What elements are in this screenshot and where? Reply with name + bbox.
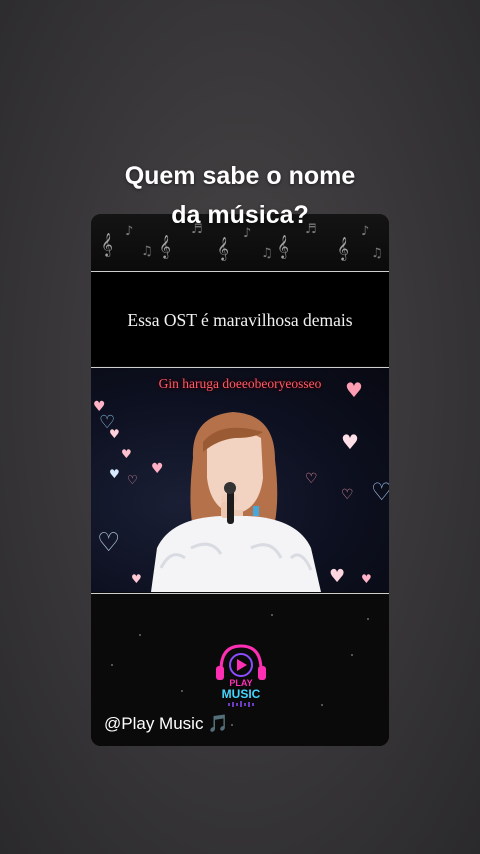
treble-clef-icon: 𝄞: [217, 236, 229, 260]
heart-icon: ♥: [131, 572, 142, 586]
sparkle: [139, 634, 141, 636]
treble-clef-icon: 𝄞: [101, 232, 113, 256]
heart-icon: ♥: [329, 566, 346, 587]
singer-figure: [151, 412, 321, 592]
branding-area: PLAY MUSIC @Play Music 🎵: [91, 594, 389, 746]
heart-icon: ♥: [121, 447, 132, 461]
logo-music-text: MUSIC: [222, 687, 261, 701]
lyric-subtitle: Gin haruga doeeobeoryeosseo: [158, 376, 322, 391]
heart-icon: ♥: [341, 430, 359, 454]
video-caption: Essa OST é maravilhosa demais: [127, 310, 353, 330]
creator-handle[interactable]: @Play Music 🎵: [104, 714, 229, 734]
sparkle: [111, 664, 113, 666]
heart-icon: ♡: [371, 478, 389, 506]
story-title-line-1: Quem sabe o nome: [124, 162, 356, 190]
heart-icon: ♡: [341, 487, 354, 503]
treble-clef-icon: 𝄞: [159, 234, 171, 258]
handle-text[interactable]: @Play Music: [104, 714, 203, 733]
video-frame[interactable]: ♥ ♡ ♥ ♥ ♥ ♡ ♥ ♡ ♥ ♥ ♥ ♡ ♡ ♡ ♥ ♥ Gin haru…: [91, 368, 389, 592]
heart-icon: ♥: [109, 467, 120, 481]
play-music-logo: PLAY MUSIC: [216, 644, 266, 707]
sparkle: [321, 704, 323, 706]
sparkle: [367, 618, 369, 620]
sparkle: [351, 654, 353, 656]
heart-icon: ♡: [127, 473, 138, 487]
heart-icon: ♥: [109, 427, 120, 441]
treble-clef-icon: 𝄞: [337, 236, 349, 260]
story-title-line-2: da música?: [171, 201, 309, 229]
heart-icon: ♥: [361, 572, 372, 586]
video-card[interactable]: 𝄞 ♪ ♫ 𝄞 ♬ 𝄞 ♪ ♫ 𝄞 ♬ 𝄞 ♪ ♫ Essa OST é mar…: [91, 214, 389, 746]
music-note-icon: ♫: [371, 246, 383, 261]
sparkle: [271, 614, 273, 616]
sparkle: [231, 724, 233, 726]
music-note-icon: ♫: [261, 246, 273, 261]
sparkle: [181, 690, 183, 692]
music-note-icon: ♫: [141, 244, 153, 259]
music-note-icon: 🎵: [207, 714, 229, 734]
treble-clef-icon: 𝄞: [277, 234, 289, 258]
heart-icon: ♡: [97, 528, 121, 558]
